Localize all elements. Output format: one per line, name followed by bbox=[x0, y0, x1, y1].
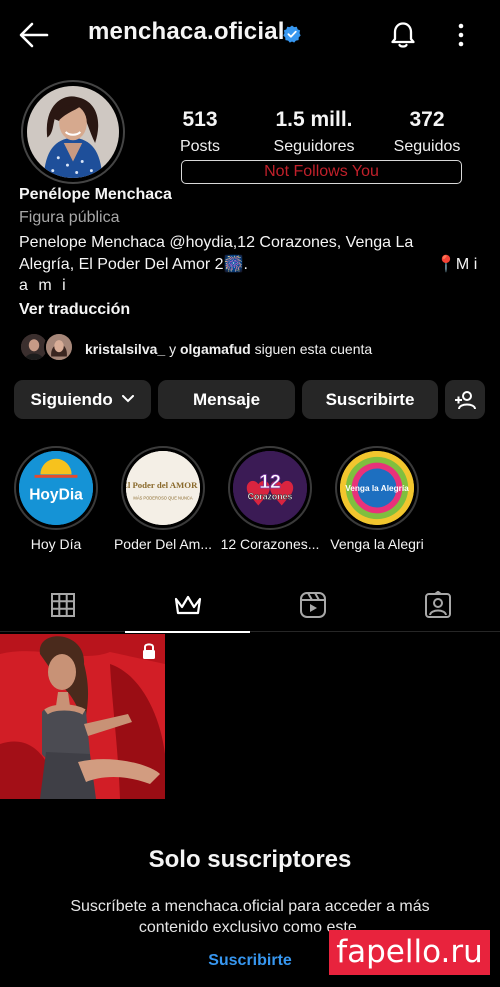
profile-tabs bbox=[0, 578, 500, 633]
profile-bio: Penelope Menchaca @hoydia,12 Corazones, … bbox=[19, 234, 414, 273]
followers-count: 1.5 mill. bbox=[275, 108, 353, 131]
bio-tail: a m i bbox=[19, 277, 69, 294]
highlight-hoy-dia[interactable]: HoyDia Hoy Día bbox=[6, 446, 106, 552]
highlight-ring: 12 Corazones bbox=[228, 446, 312, 530]
following-label: Siguiendo bbox=[30, 390, 113, 409]
tab-reels[interactable] bbox=[250, 578, 375, 632]
tab-posts-grid[interactable] bbox=[0, 578, 125, 632]
watermark-badge: fapello.ru bbox=[329, 930, 490, 975]
highlight-cover: El Poder del AMOR 2 MÁS PODEROSO QUE NUN… bbox=[126, 451, 200, 525]
top-bar: menchaca.oficial bbox=[0, 0, 500, 70]
more-options-icon[interactable] bbox=[451, 22, 471, 48]
highlight-logo-text: El Poder del AMOR 2 bbox=[126, 480, 200, 490]
following-count: 372 bbox=[409, 108, 445, 131]
avatar-photo bbox=[27, 86, 119, 178]
followed-by-suffix: siguen esta cuenta bbox=[254, 341, 373, 357]
lock-icon bbox=[143, 643, 155, 659]
reels-icon bbox=[299, 592, 326, 618]
tagged-person-icon bbox=[424, 591, 451, 618]
followed-by-connector: y bbox=[169, 341, 177, 357]
highlight-label: Hoy Día bbox=[30, 536, 82, 552]
following-button[interactable]: Siguiendo bbox=[14, 380, 151, 419]
profile-avatar[interactable] bbox=[21, 80, 125, 184]
subscribe-button[interactable]: Suscribirte bbox=[302, 380, 438, 419]
highlight-label: 12 Corazones... bbox=[220, 536, 320, 552]
follow-status-badge: Not Follows You bbox=[181, 160, 462, 184]
chevron-down-icon bbox=[122, 395, 135, 403]
grid-icon bbox=[50, 593, 75, 617]
back-arrow-icon[interactable] bbox=[18, 20, 50, 50]
exclusive-title: Solo suscriptores bbox=[148, 846, 352, 873]
posts-label: Posts bbox=[179, 138, 220, 155]
profile-name: Penélope Menchaca bbox=[19, 186, 172, 203]
stat-followers[interactable]: 1.5 mill. Seguidores bbox=[258, 108, 370, 156]
subscriber-post-thumbnail[interactable] bbox=[0, 634, 165, 799]
message-button[interactable]: Mensaje bbox=[158, 380, 295, 419]
highlight-ring: El Poder del AMOR 2 MÁS PODEROSO QUE NUN… bbox=[121, 446, 205, 530]
profile-username: menchaca.oficial bbox=[88, 18, 285, 45]
followers-label: Seguidores bbox=[273, 138, 355, 155]
highlight-logo-text: HoyDia bbox=[29, 487, 83, 504]
highlight-label: Poder Del Am... bbox=[113, 536, 213, 552]
highlight-logo-subtext: MÁS PODEROSO QUE NUNCA bbox=[133, 496, 192, 501]
stat-following[interactable]: 372 Seguidos bbox=[386, 108, 468, 156]
highlight-venga-la-alegria[interactable]: Venga la Alegría Venga la Alegri bbox=[327, 446, 427, 552]
highlight-ring: Venga la Alegría bbox=[335, 446, 419, 530]
highlight-12-corazones[interactable]: 12 Corazones 12 Corazones... bbox=[220, 446, 320, 552]
highlight-logo-subtext: Corazones bbox=[248, 492, 293, 502]
profile-category: Figura pública bbox=[19, 209, 120, 226]
follower-avatar bbox=[44, 332, 74, 362]
suggest-users-button[interactable] bbox=[445, 380, 485, 419]
follower-username[interactable]: kristalsilva_ bbox=[85, 341, 165, 357]
highlight-cover: Venga la Alegría bbox=[340, 451, 414, 525]
following-label: Seguidos bbox=[393, 138, 461, 155]
add-user-icon bbox=[455, 391, 476, 410]
highlight-ring: HoyDia bbox=[14, 446, 98, 530]
bio-location: 📍M i bbox=[436, 256, 478, 273]
crown-icon bbox=[174, 595, 201, 615]
highlight-cover: HoyDia bbox=[19, 451, 93, 525]
stat-posts[interactable]: 513 Posts bbox=[170, 108, 230, 156]
posts-count: 513 bbox=[182, 108, 218, 131]
highlight-logo-text: Venga la Alegría bbox=[345, 484, 409, 493]
see-translation-link[interactable]: Ver traducción bbox=[19, 301, 130, 319]
tab-tagged[interactable] bbox=[375, 578, 500, 632]
follower-username[interactable]: olgamafud bbox=[180, 341, 251, 357]
highlight-label: Venga la Alegri bbox=[330, 536, 424, 552]
highlight-logo-text: 12 bbox=[259, 471, 281, 493]
highlight-poder-del-amor[interactable]: El Poder del AMOR 2 MÁS PODEROSO QUE NUN… bbox=[113, 446, 213, 552]
notification-bell-icon[interactable] bbox=[389, 19, 417, 49]
verified-badge-icon bbox=[283, 25, 301, 43]
tab-subscriber-content[interactable] bbox=[125, 578, 250, 633]
highlight-cover: 12 Corazones bbox=[233, 451, 307, 525]
followed-by-text[interactable]: kristalsilva_ y olgamafud siguen esta cu… bbox=[85, 341, 372, 357]
